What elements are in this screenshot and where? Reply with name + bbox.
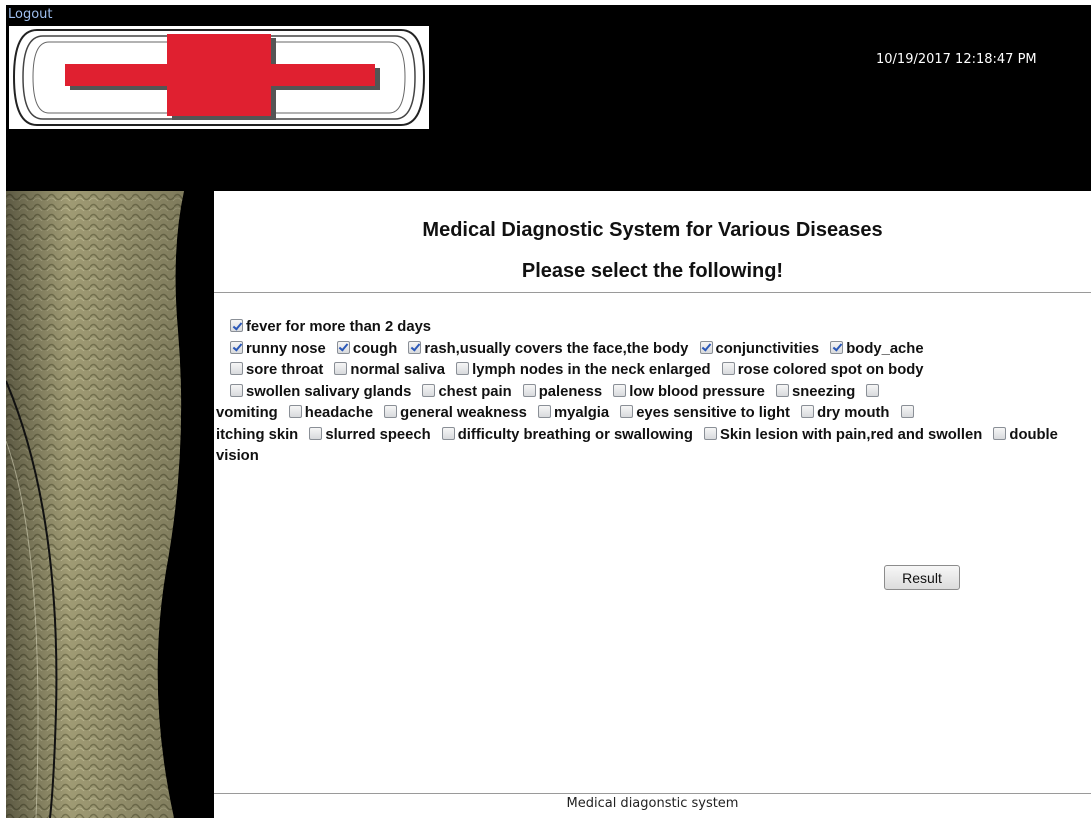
symptom-checkbox[interactable] xyxy=(721,362,735,375)
symptom-label: eyes sensitive to light xyxy=(636,405,790,421)
decorative-sidebar xyxy=(6,191,214,818)
symptom-label: itching skin xyxy=(216,426,299,443)
red-cross-icon xyxy=(9,26,429,129)
symptom-checkbox[interactable] xyxy=(384,405,398,418)
symptom-checkbox[interactable] xyxy=(422,383,436,397)
red-cross-logo xyxy=(9,26,429,129)
symptom-label: paleness xyxy=(538,383,603,400)
current-datetime: 10/19/2017 12:18:47 PM xyxy=(876,52,1037,67)
symptom-checkbox[interactable] xyxy=(900,405,914,418)
symptom-checkbox[interactable] xyxy=(993,426,1007,440)
symptom-checkbox[interactable] xyxy=(230,383,243,397)
page-title: Medical Diagnostic System for Various Di… xyxy=(422,219,883,241)
symptom-checkbox[interactable] xyxy=(613,383,627,397)
symptom-checkbox[interactable] xyxy=(830,340,844,354)
symptom-checkbox[interactable] xyxy=(776,383,790,397)
symptom-label: fever for more than 2 days xyxy=(246,319,432,335)
symptom-label: swollen salivary glands xyxy=(246,383,412,400)
symptom-label: difficulty breathing or swallowing xyxy=(457,426,693,443)
symptom-label: sore throat xyxy=(246,362,324,378)
symptom-label: cough xyxy=(352,340,398,357)
symptom-label: myalgia xyxy=(553,405,610,421)
symptom-label: vomiting xyxy=(216,405,278,421)
symptom-label: runny nose xyxy=(246,340,326,357)
divider xyxy=(214,292,1091,293)
symptom-checkbox[interactable] xyxy=(699,340,713,354)
symptom-label: Skin lesion with pain,red and swollen xyxy=(720,426,983,443)
symptom-label: slurred speech xyxy=(325,426,431,443)
symptom-checkbox[interactable] xyxy=(230,319,243,332)
symptom-label: general weakness xyxy=(400,405,527,421)
symptom-checkbox[interactable] xyxy=(620,405,634,418)
symptom-checkbox[interactable] xyxy=(801,405,815,418)
symptom-label: rash,usually covers the face,the body xyxy=(424,340,689,357)
symptom-checkbox[interactable] xyxy=(441,426,455,440)
footer-divider xyxy=(214,793,1091,794)
symptom-label: chest pain xyxy=(438,383,512,400)
symptom-checkbox[interactable] xyxy=(336,340,350,354)
main-content: Medical Diagnostic System for Various Di… xyxy=(214,191,1091,818)
symptom-row: sore throat normal saliva lymph nodes in… xyxy=(223,360,1091,382)
symptom-label: conjunctivities xyxy=(715,340,820,357)
wavy-texture-image xyxy=(6,191,214,818)
symptom-checkbox[interactable] xyxy=(334,362,348,375)
footer-text: Medical diagonstic system xyxy=(566,796,739,811)
symptom-row: fever for more than 2 days xyxy=(223,317,1091,339)
symptom-checkbox[interactable] xyxy=(230,340,243,354)
symptom-checkbox[interactable] xyxy=(704,426,717,440)
symptom-label: lymph nodes in the neck enlarged xyxy=(472,362,711,378)
symptom-checkbox[interactable] xyxy=(309,426,323,440)
symptom-label: sneezing xyxy=(792,383,856,400)
result-button[interactable]: Result xyxy=(884,565,960,590)
symptom-row: runny nose cough rash,usually covers the… xyxy=(223,339,1091,361)
header-bar: Logout 10/19/2017 12:18:47 PM xyxy=(6,5,1091,191)
symptom-label: dry mouth xyxy=(817,405,890,421)
symptom-row: itching skin slurred speech difficulty b… xyxy=(216,425,1091,468)
symptom-checkbox[interactable] xyxy=(288,405,302,418)
symptom-checkbox[interactable] xyxy=(408,340,422,354)
page-subtitle: Please select the following! xyxy=(521,260,784,282)
symptom-label: headache xyxy=(304,405,374,421)
symptom-row: vomiting headache general weakness myalg… xyxy=(216,403,1091,425)
symptom-label: normal saliva xyxy=(350,362,446,378)
symptom-row: swollen salivary glands chest pain palen… xyxy=(223,382,1091,404)
symptom-label: body_ache xyxy=(846,340,924,357)
symptom-checkbox[interactable] xyxy=(230,362,243,375)
symptom-checklist: fever for more than 2 days runny nose co… xyxy=(216,317,1091,468)
symptom-label: low blood pressure xyxy=(629,383,765,400)
symptom-label: rose colored spot on body xyxy=(737,362,924,378)
symptom-checkbox[interactable] xyxy=(456,362,470,375)
symptom-checkbox[interactable] xyxy=(866,383,880,397)
symptom-checkbox[interactable] xyxy=(537,405,551,418)
logout-link[interactable]: Logout xyxy=(8,7,53,22)
symptom-checkbox[interactable] xyxy=(522,383,536,397)
